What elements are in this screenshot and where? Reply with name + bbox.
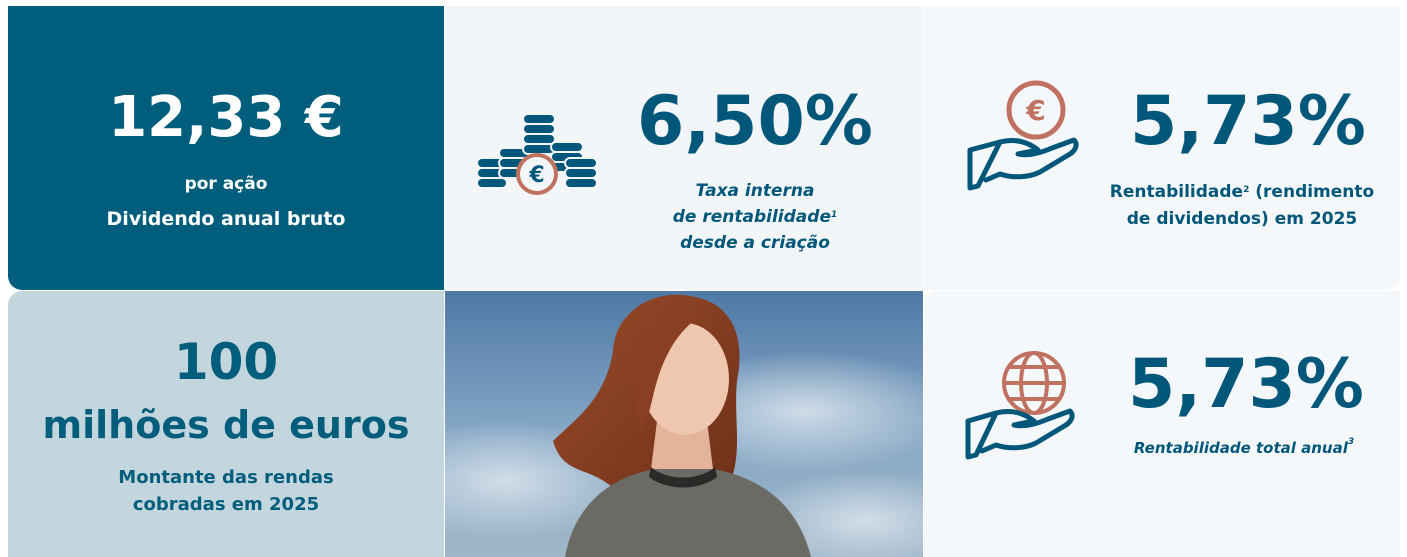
- yield-label-line1-rest: (rendimento: [1249, 182, 1375, 202]
- dividend-label: Dividendo anual bruto: [106, 208, 346, 230]
- portrait-illustration: [445, 291, 923, 557]
- dividend-sub: por ação: [184, 174, 268, 194]
- yield-tile: € 5,73% Rentabilidade2 (rendimento de di…: [924, 6, 1400, 290]
- total-return-label-text: Rentabilidade total anual: [1133, 439, 1348, 457]
- total-return-tile: 5,73% Rentabilidade total anual3: [924, 291, 1400, 557]
- yield-label-line2: de dividendos) em 2025: [1126, 209, 1358, 229]
- footnote-3: 3: [1347, 437, 1355, 447]
- irr-value: 6,50%: [637, 82, 873, 161]
- portrait-photo: [445, 291, 923, 557]
- dividend-tile: 12,33 € por ação Dividendo anual bruto: [8, 6, 444, 290]
- rents-tile: 100 milhões de euros Montante das rendas…: [8, 291, 444, 557]
- total-return-value: 5,73%: [1128, 345, 1364, 424]
- irr-label-line2-text: de rentabilidade: [672, 207, 831, 227]
- rents-unit: milhões de euros: [42, 403, 410, 447]
- irr-label-line2: de rentabilidade1: [635, 204, 875, 230]
- rents-value: 100: [173, 333, 279, 391]
- yield-label: Rentabilidade2 (rendimento de dividendos…: [1092, 179, 1392, 233]
- hand-euro-coin-icon: €: [967, 80, 1079, 191]
- svg-text:€: €: [528, 163, 544, 188]
- hand-globe-icon: [965, 351, 1075, 460]
- rents-label-line1: Montante das rendas: [118, 467, 334, 488]
- irr-label-line3: desde a criação: [680, 233, 830, 253]
- yield-label-line1-text: Rentabilidade: [1109, 182, 1244, 202]
- yield-label-line1: Rentabilidade2 (rendimento: [1092, 179, 1392, 206]
- rents-label: Montante das rendas cobradas em 2025: [68, 464, 384, 518]
- rents-label-line2: cobradas em 2025: [132, 494, 320, 515]
- dividend-value: 12,33 €: [108, 85, 344, 150]
- irr-label-line1: Taxa interna: [695, 181, 815, 201]
- total-return-label: Rentabilidade total anual3: [1104, 437, 1384, 457]
- svg-text:€: €: [1025, 94, 1045, 127]
- coins-euro-icon: €: [476, 113, 598, 195]
- yield-value: 5,73%: [1130, 82, 1366, 161]
- kpi-panel: 12,33 € por ação Dividendo anual bruto €…: [0, 0, 1407, 557]
- irr-label: Taxa interna de rentabilidade1 desde a c…: [635, 178, 875, 256]
- footnote-1: 1: [830, 210, 838, 220]
- irr-tile: € 6,50% Taxa interna de rentabilidade1 d…: [445, 6, 923, 290]
- footnote-2: 2: [1243, 185, 1250, 195]
